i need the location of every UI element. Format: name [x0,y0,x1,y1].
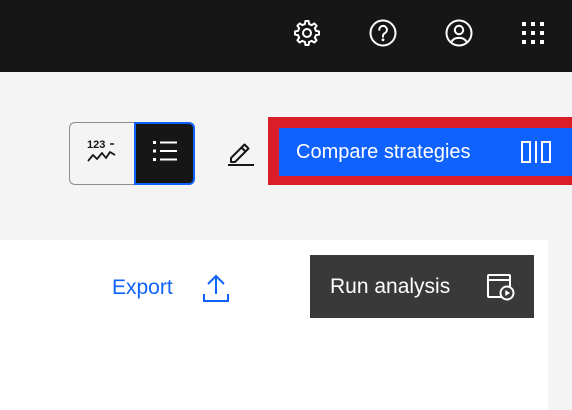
run-window-icon [486,272,516,307]
compare-strategies-label: Compare strategies [296,140,471,163]
export-button[interactable]: Export [112,268,231,308]
list-view-button[interactable] [134,122,195,185]
export-label: Export [112,276,173,299]
list-view-icon [151,138,179,169]
upload-icon [201,272,231,304]
chart-view-icon: 123 [85,136,119,171]
top-navigation-bar [0,0,572,72]
app-switcher-icon[interactable] [516,16,550,50]
run-analysis-button[interactable]: Run analysis [310,255,534,318]
run-analysis-label: Run analysis [330,274,451,298]
pencil-icon [224,136,256,173]
panel-gutter [548,240,572,410]
view-toggle: 123 [69,122,195,185]
compare-strategies-button[interactable]: Compare strategies [279,128,572,176]
svg-text:123: 123 [87,139,105,151]
chart-view-button[interactable]: 123 [69,122,134,185]
edit-button[interactable] [222,136,258,172]
settings-icon[interactable] [290,16,324,50]
compare-columns-icon [520,140,552,169]
user-avatar-icon[interactable] [442,16,476,50]
help-icon[interactable] [366,16,400,50]
